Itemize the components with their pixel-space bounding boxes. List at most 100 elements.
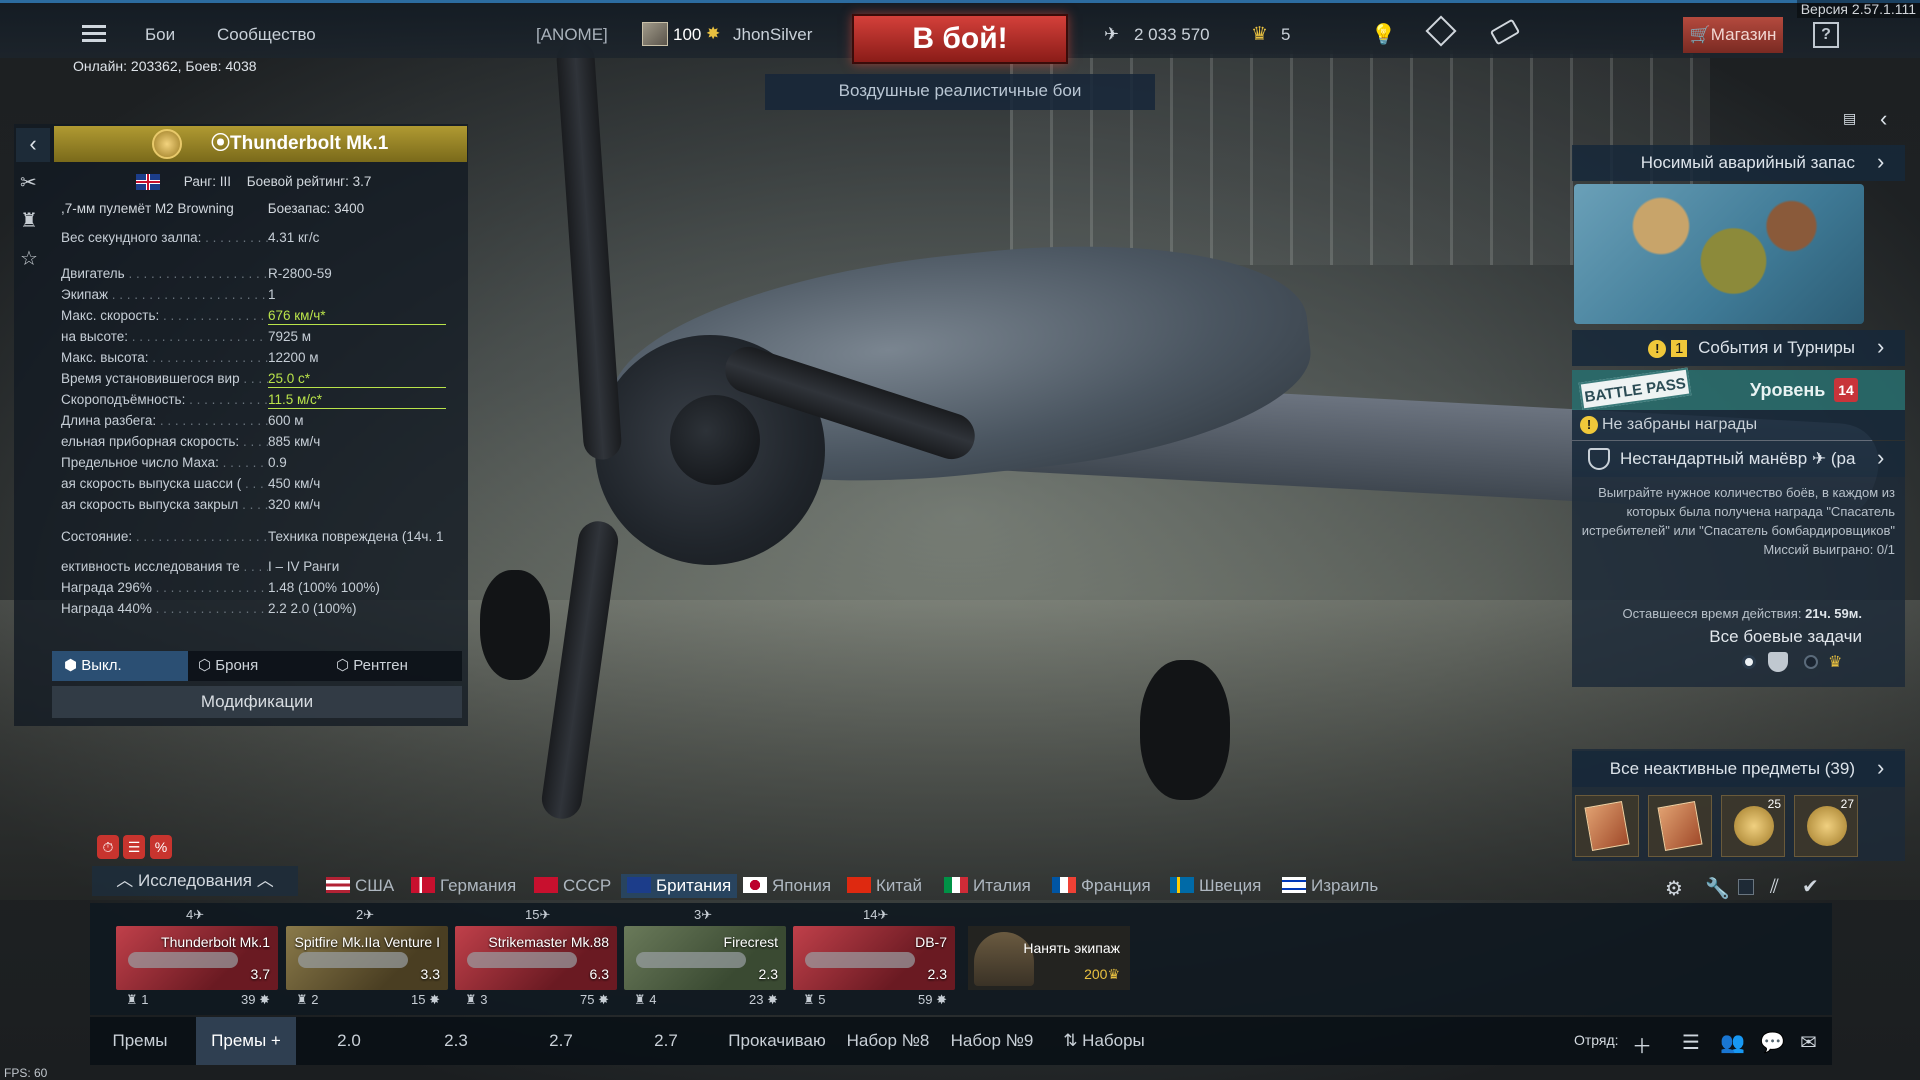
- to-battle-button[interactable]: В бой!: [852, 14, 1068, 64]
- stat-value: 4.31 кг/с: [268, 230, 320, 245]
- discount-icon[interactable]: %: [150, 835, 172, 859]
- weapon-name: ,7-мм пулемёт M2 Browning: [61, 201, 234, 216]
- player-name[interactable]: JhonSilver: [733, 25, 812, 45]
- clan-tag[interactable]: [ANOME]: [536, 25, 608, 45]
- lightbulb-icon[interactable]: 💡: [1371, 22, 1396, 47]
- battle-pass-warning[interactable]: ! Не забраны награды: [1572, 410, 1905, 440]
- nation-tab[interactable]: СССР: [534, 876, 611, 896]
- inactive-items-header[interactable]: Все неактивные предметы (39): [1572, 751, 1905, 787]
- chat-icon[interactable]: 💬: [1760, 1030, 1785, 1055]
- mail-icon[interactable]: ✉: [1800, 1030, 1817, 1055]
- nation-tab[interactable]: США: [326, 876, 394, 896]
- collapse-widgets-chevron-icon[interactable]: ‹: [1880, 106, 1887, 132]
- slot-battle-rating: 2.3: [927, 966, 947, 982]
- repair-tools-icon[interactable]: ✂: [20, 170, 38, 208]
- all-battle-tasks-link[interactable]: Все боевые задачи: [1580, 627, 1862, 647]
- hamburger-menu-icon[interactable]: [82, 25, 106, 43]
- chevron-right-icon[interactable]: ›: [1877, 149, 1884, 175]
- filter-icon[interactable]: ⫽: [1770, 876, 1779, 899]
- chevron-right-icon[interactable]: ›: [1877, 334, 1884, 360]
- supply-pack-header[interactable]: Носимый аварийный запас: [1572, 145, 1905, 181]
- chevron-right-icon[interactable]: ›: [1877, 755, 1884, 781]
- nation-tab[interactable]: Британия: [621, 874, 738, 898]
- slot-research-count: 15✈: [525, 907, 551, 922]
- inactive-item-booster[interactable]: [1648, 795, 1712, 857]
- preset-tab[interactable]: Премы: [92, 1017, 188, 1065]
- help-button[interactable]: ?: [1813, 22, 1839, 48]
- menu-battles[interactable]: Бои: [145, 25, 175, 45]
- contacts-icon[interactable]: 👥: [1720, 1030, 1745, 1055]
- stat-value: 885 км/ч: [268, 434, 321, 449]
- chevron-right-icon[interactable]: ›: [1877, 445, 1884, 471]
- inactive-item-booster[interactable]: [1575, 795, 1639, 857]
- stat-label: Время установившегося вир: [61, 371, 268, 386]
- settings-gear-icon[interactable]: ⚙: [1665, 876, 1683, 901]
- checkmark-icon[interactable]: ✔: [1802, 874, 1819, 899]
- nation-tab[interactable]: Италия: [944, 876, 1031, 896]
- list-icon[interactable]: ☰: [1682, 1030, 1700, 1055]
- stat-value: 0.9: [268, 455, 287, 470]
- wrench-icon[interactable]: 🔧: [1705, 876, 1730, 901]
- battle-pass-level-number: 14: [1834, 378, 1858, 402]
- stat-bar: [268, 324, 446, 325]
- crew-icon[interactable]: ♜: [20, 208, 38, 246]
- preset-tab[interactable]: 2.7: [510, 1017, 612, 1065]
- view-mode-off[interactable]: ⬢ Выкл.: [52, 651, 188, 681]
- inactive-item-medal[interactable]: 25: [1721, 795, 1785, 857]
- layout-icon[interactable]: ▤: [1843, 110, 1856, 127]
- shop-button[interactable]: 🛒Магазин: [1683, 17, 1783, 53]
- add-squad-member-icon[interactable]: ＋: [1632, 1030, 1652, 1059]
- preset-tab[interactable]: Прокачиваю: [720, 1017, 834, 1065]
- view-mode-xray[interactable]: ⬡ Рентген: [336, 651, 462, 681]
- supply-pack-image[interactable]: [1574, 184, 1864, 324]
- vehicle-slot[interactable]: Strikemaster Mk.88 6.3: [455, 926, 617, 990]
- nation-tab[interactable]: Швеция: [1170, 876, 1261, 896]
- nation-tab[interactable]: Израиль: [1282, 876, 1378, 896]
- slot-toggle-icon[interactable]: [1738, 879, 1754, 895]
- crew-slot-number: ♜ 1: [126, 992, 149, 1007]
- menu-community[interactable]: Сообщество: [217, 25, 316, 45]
- preset-tab[interactable]: 2.7: [615, 1017, 717, 1065]
- research-tab[interactable]: ︿ Исследования ︿: [92, 866, 298, 896]
- player-avatar[interactable]: [642, 22, 668, 46]
- repair-timer-icon[interactable]: ⏱: [97, 835, 119, 859]
- nation-tab[interactable]: Китай: [847, 876, 922, 896]
- difficulty-hard-icon[interactable]: [1804, 655, 1818, 669]
- vehicle-slot[interactable]: Spitfire Mk.IIa Venture I 3.3: [286, 926, 448, 990]
- golden-eagles-balance[interactable]: 5: [1281, 25, 1290, 45]
- nation-tab[interactable]: Германия: [411, 876, 516, 896]
- inactive-item-medal[interactable]: 27: [1794, 795, 1858, 857]
- vehicle-slot[interactable]: Firecrest 2.3: [624, 926, 786, 990]
- difficulty-easy-icon[interactable]: [1742, 655, 1756, 669]
- stat-row: Макс. высота:12200 м: [61, 350, 451, 365]
- slot-battle-rating: 3.3: [420, 966, 440, 982]
- silver-lions-balance[interactable]: 2 033 570: [1134, 25, 1210, 45]
- events-header[interactable]: ! 1 События и Турниры: [1572, 330, 1905, 366]
- game-mode-selector[interactable]: Воздушные реалистичные бои: [765, 74, 1155, 110]
- nation-tab[interactable]: Франция: [1052, 876, 1151, 896]
- nation-label: США: [355, 876, 395, 895]
- difficulty-medium-icon[interactable]: [1768, 652, 1788, 672]
- nation-tab[interactable]: Япония: [743, 876, 831, 896]
- vehicle-slot[interactable]: DB-7 2.3: [793, 926, 955, 990]
- stat-row: Предельное число Маха:0.9: [61, 455, 451, 470]
- aircraft-thumbnail: [298, 952, 408, 968]
- collapse-panel-chevron-icon[interactable]: ‹: [16, 128, 50, 162]
- preset-tab[interactable]: Премы +: [196, 1017, 296, 1065]
- stat-value: 25.0 с*: [268, 371, 311, 386]
- presets-menu-button[interactable]: ⇅ Наборы: [1044, 1017, 1164, 1065]
- preset-tab[interactable]: 2.0: [296, 1017, 402, 1065]
- unlock-crown-icon[interactable]: ♛: [1828, 652, 1842, 672]
- exclamation-icon: !: [1580, 416, 1598, 434]
- preset-tab[interactable]: Набор №9: [942, 1017, 1042, 1065]
- cart-icon: 🛒: [1689, 25, 1711, 44]
- vehicle-slot[interactable]: Thunderbolt Mk.1 3.7: [116, 926, 278, 990]
- favorite-star-icon[interactable]: ☆: [20, 246, 38, 284]
- preset-tab[interactable]: 2.3: [405, 1017, 507, 1065]
- task-list-icon[interactable]: ☰: [123, 835, 145, 859]
- hire-crew-slot[interactable]: Нанять экипаж 200♛: [968, 926, 1130, 990]
- preset-tab[interactable]: Набор №8: [837, 1017, 939, 1065]
- battle-task-header[interactable]: Нестандартный манёвр ✈ (ра: [1572, 441, 1905, 477]
- modifications-button[interactable]: Модификации: [52, 686, 462, 718]
- view-mode-armor[interactable]: ⬡ Броня: [198, 651, 328, 681]
